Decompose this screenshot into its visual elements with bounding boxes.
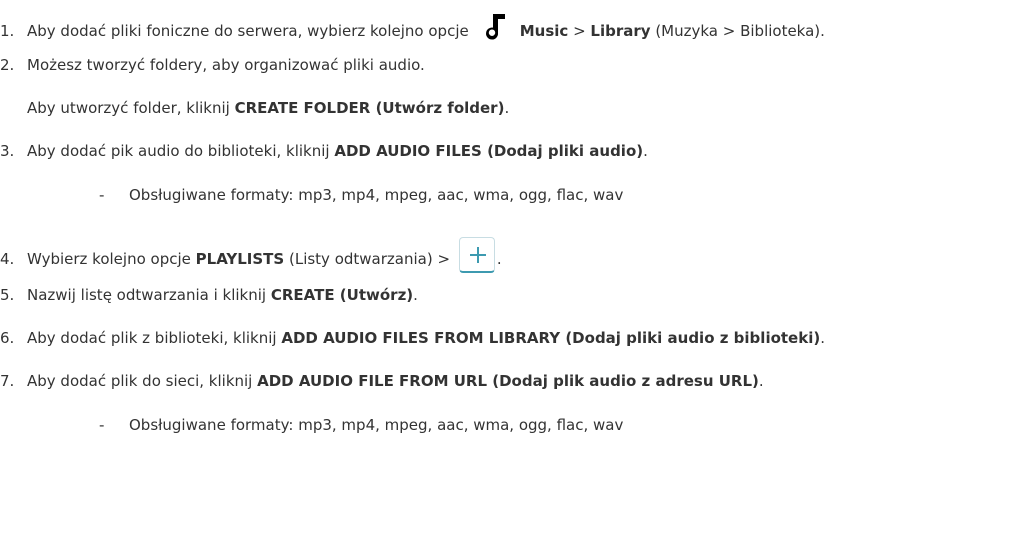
step-text: Wybierz kolejno opcje bbox=[27, 250, 196, 268]
music-note-icon bbox=[483, 12, 507, 40]
add-from-url-label: ADD AUDIO FILE FROM URL (Dodaj plik audi… bbox=[257, 372, 759, 390]
step-text: Możesz tworzyć foldery, aby organizować … bbox=[27, 56, 425, 74]
step-number: 5. bbox=[0, 286, 15, 304]
punct: . bbox=[820, 329, 825, 347]
menu-music: Music bbox=[519, 22, 569, 40]
step-text: Aby dodać pik audio do biblioteki, klikn… bbox=[27, 142, 335, 160]
step-6: 6. Aby dodać plik z biblioteki, kliknij A… bbox=[0, 328, 825, 348]
step-1: 1. Aby dodać pliki foniczne do serwera, w… bbox=[0, 12, 825, 41]
separator: > bbox=[568, 22, 591, 40]
step-4: 4. Wybierz kolejno opcje PLAYLISTS (Listy… bbox=[0, 237, 502, 273]
bullet-dash: - bbox=[99, 416, 105, 434]
playlists-label: PLAYLISTS bbox=[195, 250, 285, 268]
translation: (Listy odtwarzania) > bbox=[284, 250, 455, 268]
step-text: Nazwij listę odtwarzania i kliknij bbox=[27, 286, 271, 304]
formats-text: Obsługiwane formaty: mp3, mp4, mpeg, aac… bbox=[129, 186, 624, 204]
step-2-detail: Aby utworzyć folder, kliknij CREATE FOLD… bbox=[27, 98, 509, 118]
step-text: Aby dodać plik z biblioteki, kliknij bbox=[27, 329, 282, 347]
step-number: 6. bbox=[0, 329, 15, 347]
step-number: 1. bbox=[0, 22, 15, 40]
step-5: 5. Nazwij listę odtwarzania i kliknij CRE… bbox=[0, 285, 418, 305]
add-playlist-button[interactable] bbox=[458, 237, 495, 273]
punct: . bbox=[496, 250, 502, 268]
translation: (Muzyka > Biblioteka). bbox=[650, 22, 825, 40]
step-number: 4. bbox=[0, 250, 15, 268]
punct: . bbox=[413, 286, 418, 304]
step-text: Aby utworzyć folder, kliknij bbox=[27, 99, 235, 117]
step-number: 7. bbox=[0, 372, 15, 390]
plus-icon bbox=[469, 247, 486, 263]
punct: . bbox=[643, 142, 648, 160]
step-2: 2. Możesz tworzyć foldery, aby organizowa… bbox=[0, 55, 425, 75]
step-text: Aby dodać pliki foniczne do serwera, wyb… bbox=[27, 22, 469, 40]
add-from-library-label: ADD AUDIO FILES FROM LIBRARY (Dodaj plik… bbox=[281, 329, 821, 347]
step-number: 3. bbox=[0, 142, 15, 160]
menu-library: Library bbox=[590, 22, 651, 40]
bullet-dash: - bbox=[99, 186, 105, 204]
step-number: 2. bbox=[0, 56, 15, 74]
punct: . bbox=[504, 99, 510, 117]
formats-text: Obsługiwane formaty: mp3, mp4, mpeg, aac… bbox=[129, 416, 624, 434]
punct: . bbox=[758, 372, 764, 390]
add-audio-files-label: ADD AUDIO FILES (Dodaj pliki audio) bbox=[334, 142, 644, 160]
step-7: 7. Aby dodać plik do sieci, kliknij ADD A… bbox=[0, 371, 764, 391]
create-label: CREATE (Utwórz) bbox=[270, 286, 414, 304]
create-folder-label: CREATE FOLDER (Utwórz folder) bbox=[234, 99, 505, 117]
step-3: 3. Aby dodać pik audio do biblioteki, kli… bbox=[0, 141, 648, 161]
step-text: Aby dodać plik do sieci, kliknij bbox=[27, 372, 258, 390]
